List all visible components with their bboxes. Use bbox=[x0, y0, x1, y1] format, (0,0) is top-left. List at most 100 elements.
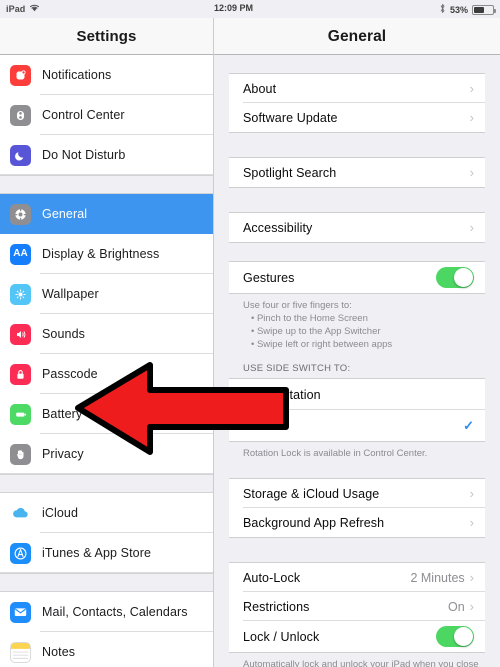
sidebar-item-general[interactable]: General bbox=[0, 194, 213, 234]
row-label: Spotlight Search bbox=[243, 165, 337, 180]
settings-navbar: Settings bbox=[0, 18, 214, 55]
gestures-footer-intro: Use four or five fingers to: bbox=[243, 300, 352, 311]
row-auto-lock[interactable]: Auto-Lock 2 Minutes › bbox=[229, 563, 485, 592]
row-label: Software Update bbox=[243, 110, 338, 125]
row-label: Auto-Lock bbox=[243, 570, 301, 585]
general-navbar: General bbox=[214, 18, 500, 55]
display-brightness-icon: AA bbox=[10, 243, 31, 265]
sidebar-item-sounds[interactable]: Sounds bbox=[0, 314, 213, 354]
row-label: Lock / Unlock bbox=[243, 629, 320, 644]
row-software-update[interactable]: Software Update › bbox=[229, 103, 485, 132]
chevron-right-icon: › bbox=[469, 110, 474, 125]
row-mute[interactable]: Mute ✓ bbox=[229, 410, 485, 441]
lock-group: Auto-Lock 2 Minutes › Restrictions On › … bbox=[229, 562, 485, 653]
sidebar-item-label: Control Center bbox=[42, 108, 125, 122]
row-label: Mute bbox=[243, 418, 272, 433]
sidebar-item-passcode[interactable]: Passcode bbox=[0, 354, 213, 394]
row-storage-icloud-usage[interactable]: Storage & iCloud Usage › bbox=[229, 479, 485, 508]
sidebar-item-wallpaper[interactable]: Wallpaper bbox=[0, 274, 213, 314]
checkmark-icon: ✓ bbox=[463, 418, 474, 433]
gestures-footer-bullet: • Pinch to the Home Screen bbox=[251, 313, 368, 324]
chevron-right-icon: › bbox=[469, 486, 474, 501]
bluetooth-icon bbox=[439, 3, 446, 16]
device-name: iPad bbox=[6, 3, 26, 14]
sidebar-item-label: Battery bbox=[42, 407, 83, 421]
row-lock-unlock[interactable]: Lock / Unlock bbox=[229, 621, 485, 652]
gestures-footer-bullet: • Swipe left or right between apps bbox=[251, 339, 393, 350]
sidebar-item-label: iCloud bbox=[42, 506, 79, 520]
chevron-right-icon: › bbox=[469, 599, 474, 614]
gear-icon bbox=[10, 203, 31, 225]
about-group: About › Software Update › bbox=[229, 73, 485, 133]
icloud-icon bbox=[10, 502, 31, 524]
row-label: Accessibility bbox=[243, 220, 313, 235]
row-label: Lock Rotation bbox=[243, 387, 321, 402]
gestures-toggle[interactable] bbox=[436, 267, 474, 288]
wifi-icon bbox=[29, 3, 40, 14]
chevron-right-icon: › bbox=[469, 570, 474, 585]
chevron-right-icon: › bbox=[469, 515, 474, 530]
side-switch-footer: Rotation Lock is available in Control Ce… bbox=[243, 448, 428, 459]
app-store-icon bbox=[10, 542, 31, 564]
row-spotlight-search[interactable]: Spotlight Search › bbox=[229, 158, 485, 187]
page-title-general: General bbox=[327, 27, 387, 45]
sidebar-item-notes[interactable]: Notes bbox=[0, 632, 213, 667]
gestures-footer-bullet: • Swipe up to the App Switcher bbox=[251, 326, 381, 337]
row-gestures[interactable]: Gestures bbox=[229, 262, 485, 293]
lock-group-footer: Automatically lock and unlock your iPad … bbox=[243, 659, 479, 667]
gestures-group: Gestures bbox=[229, 261, 485, 294]
sidebar-item-display-brightness[interactable]: AA Display & Brightness bbox=[0, 234, 213, 274]
status-bar-time: 12:09 PM bbox=[214, 3, 254, 13]
wallpaper-icon bbox=[10, 283, 31, 305]
accessibility-group: Accessibility › bbox=[229, 212, 485, 243]
status-bar-right: 53% bbox=[439, 3, 496, 16]
sidebar-item-itunes-app-store[interactable]: iTunes & App Store bbox=[0, 533, 213, 573]
row-restrictions[interactable]: Restrictions On › bbox=[229, 592, 485, 621]
battery-icon bbox=[10, 403, 31, 425]
row-accessibility[interactable]: Accessibility › bbox=[229, 213, 485, 242]
general-settings-pane[interactable]: About › Software Update › Spotlight Sear… bbox=[214, 55, 500, 667]
sidebar-item-battery[interactable]: Battery bbox=[0, 394, 213, 434]
status-bar: iPad 12:09 PM 53% bbox=[0, 0, 500, 18]
gestures-footer: Use four or five fingers to: • Pinch to … bbox=[214, 294, 500, 351]
notes-icon bbox=[10, 641, 31, 663]
sidebar-item-label: Notifications bbox=[42, 68, 112, 82]
sidebar-item-control-center[interactable]: Control Center bbox=[0, 95, 213, 135]
sidebar-item-privacy[interactable]: Privacy bbox=[0, 434, 213, 474]
sidebar-item-notifications[interactable]: Notifications bbox=[0, 55, 213, 95]
side-switch-header: USE SIDE SWITCH TO: bbox=[243, 363, 351, 374]
moon-icon bbox=[10, 144, 31, 166]
sidebar-group-separator bbox=[0, 175, 213, 194]
row-label: Storage & iCloud Usage bbox=[243, 486, 380, 501]
sidebar-group-separator bbox=[0, 573, 213, 592]
row-label: Gestures bbox=[243, 270, 295, 285]
speaker-icon bbox=[10, 323, 31, 345]
sidebar-item-label: Privacy bbox=[42, 447, 84, 461]
lock-icon bbox=[10, 363, 31, 385]
sidebar-item-label: Passcode bbox=[42, 367, 98, 381]
hand-icon bbox=[10, 443, 31, 465]
storage-group: Storage & iCloud Usage › Background App … bbox=[229, 478, 485, 538]
sidebar-group-separator bbox=[0, 474, 213, 493]
lock-unlock-toggle[interactable] bbox=[436, 626, 474, 647]
sidebar-item-do-not-disturb[interactable]: Do Not Disturb bbox=[0, 135, 213, 175]
chevron-right-icon: › bbox=[469, 165, 474, 180]
side-switch-group: Lock Rotation Mute ✓ bbox=[229, 378, 485, 442]
mail-icon bbox=[10, 601, 31, 623]
sidebar-item-label: Display & Brightness bbox=[42, 247, 160, 261]
row-about[interactable]: About › bbox=[229, 74, 485, 103]
row-lock-rotation[interactable]: Lock Rotation bbox=[229, 379, 485, 410]
sidebar-item-label: General bbox=[42, 207, 88, 221]
page-title-settings: Settings bbox=[76, 28, 137, 45]
row-background-app-refresh[interactable]: Background App Refresh › bbox=[229, 508, 485, 537]
sidebar-item-icloud[interactable]: iCloud bbox=[0, 493, 213, 533]
sidebar-item-label: iTunes & App Store bbox=[42, 546, 152, 560]
sidebar-item-mail-contacts-calendars[interactable]: Mail, Contacts, Calendars bbox=[0, 592, 213, 632]
row-value: 2 Minutes bbox=[410, 570, 465, 585]
sidebar-item-label: Do Not Disturb bbox=[42, 148, 126, 162]
settings-sidebar[interactable]: Notifications Control Center Do Not Dist… bbox=[0, 55, 214, 667]
